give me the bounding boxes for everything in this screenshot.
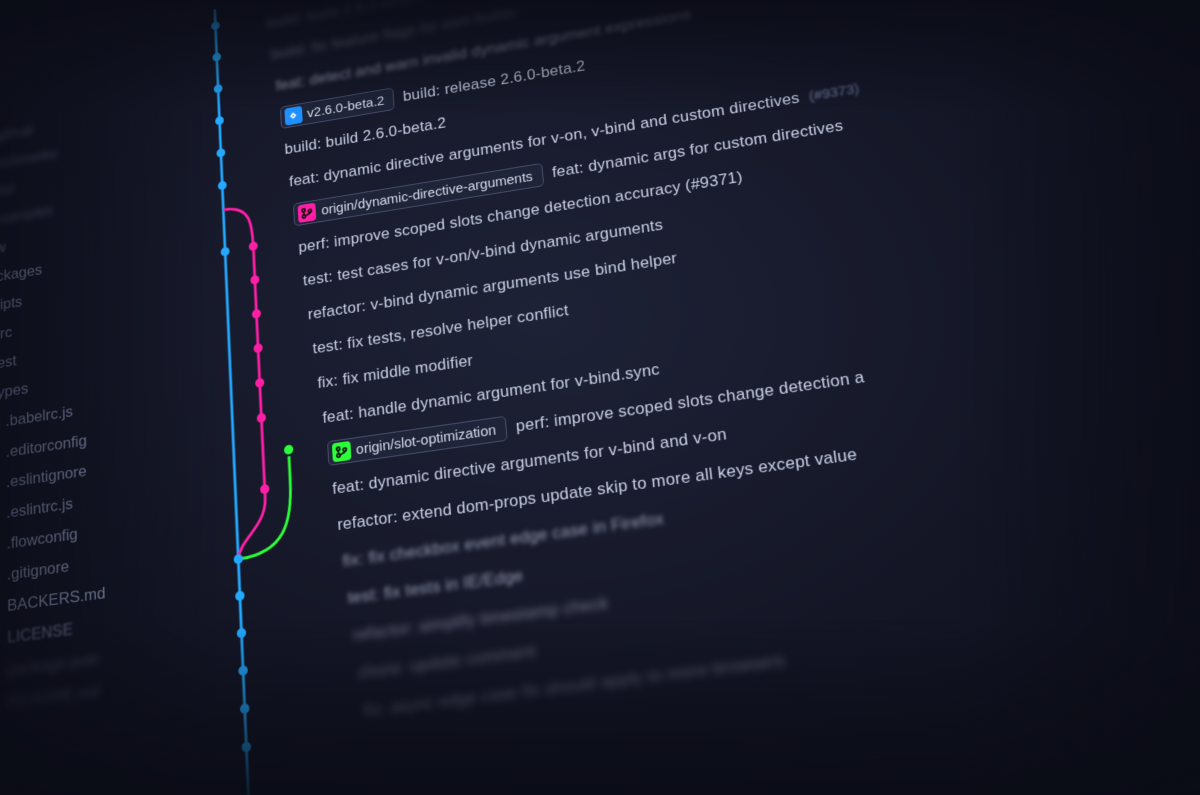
branch-icon	[331, 441, 351, 463]
tree-item-label: dist	[0, 175, 14, 207]
chip-label: v2.6.0-beta.2	[307, 93, 385, 121]
tag-icon: ⋄	[284, 106, 302, 126]
chevron-icon	[0, 703, 1, 704]
tree-item-label: src	[0, 317, 12, 349]
tree-item-label: flow	[0, 232, 6, 265]
commit-list[interactable]: build: build 2.6.0-beta.2build: fix feat…	[266, 0, 1200, 738]
branch-icon	[298, 203, 317, 223]
tree-item-label: test	[0, 346, 17, 379]
chevron-icon	[0, 671, 1, 672]
commit-ref: (#9373)	[808, 80, 860, 103]
git-log-panel: build: build 2.6.0-beta.2build: fix feat…	[173, 0, 1200, 795]
